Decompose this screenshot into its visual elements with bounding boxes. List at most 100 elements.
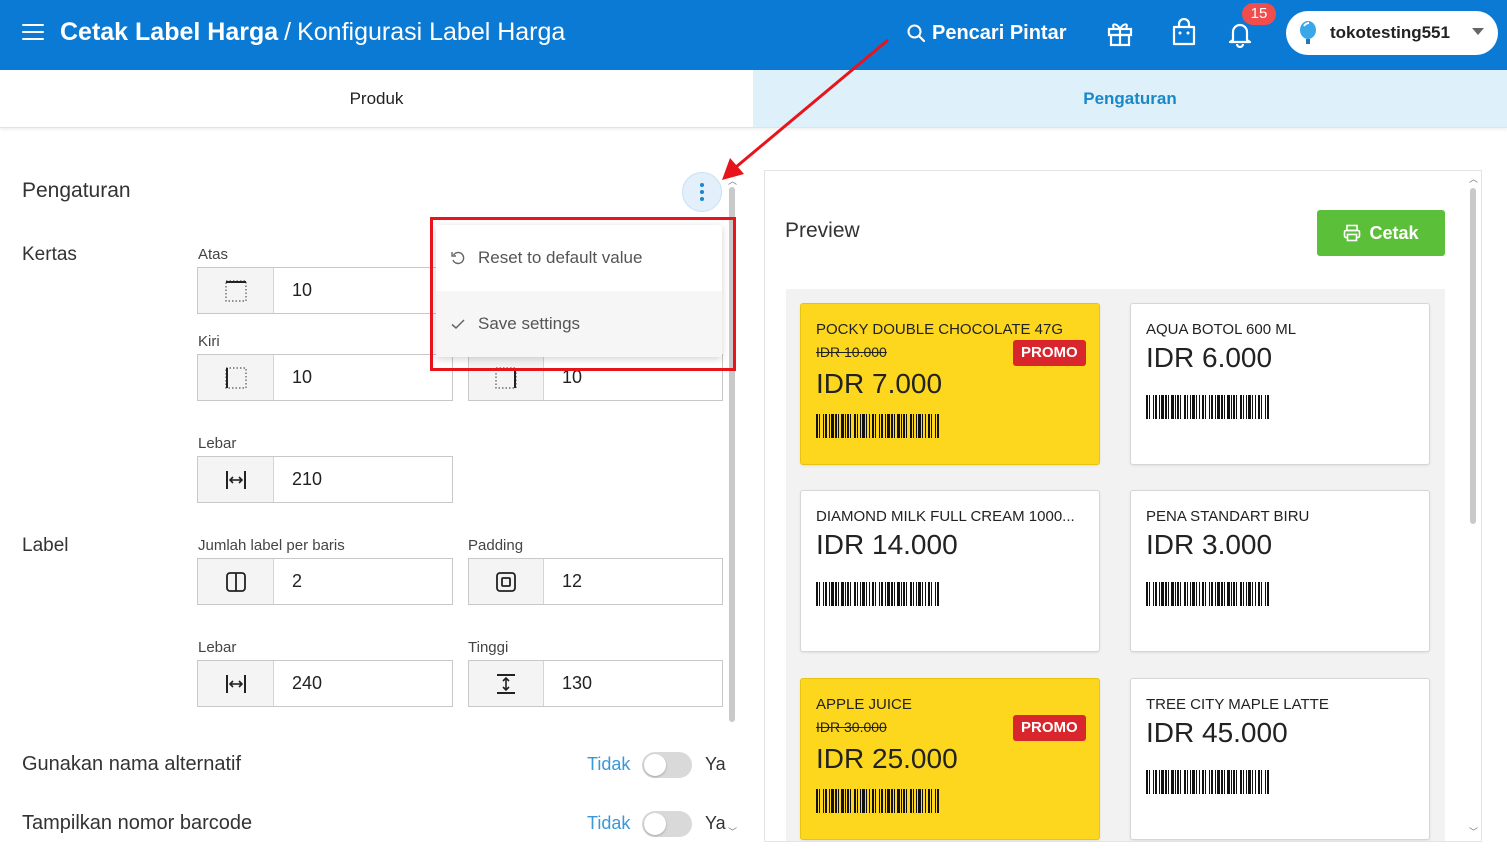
paper-width-field [197, 456, 453, 503]
tab-produk[interactable]: Produk [0, 70, 753, 127]
label-width-input[interactable] [274, 661, 452, 706]
barcode-image [816, 789, 939, 813]
product-name: DIAMOND MILK FULL CREAM 1000... [816, 508, 1075, 525]
smart-search-button[interactable]: Pencari Pintar [906, 18, 1067, 48]
price: IDR 3.000 [1146, 529, 1273, 560]
paper-width-input[interactable] [274, 457, 452, 502]
barcode-number-toggle[interactable] [642, 811, 692, 837]
store-name: tokotesting551 [1330, 23, 1450, 42]
label-height-input[interactable] [544, 661, 722, 706]
store-selector[interactable]: tokotesting551 [1286, 11, 1498, 55]
tab-bar: Produk Pengaturan [0, 70, 1507, 128]
scroll-down-arrow[interactable]: ﹀ [728, 825, 737, 838]
kebab-dot [700, 183, 704, 187]
toggle-off-label: Tidak [587, 813, 631, 833]
page-title: Cetak Label Harga / Konfigurasi Label Harg… [60, 16, 565, 48]
margin-top-label: Atas [198, 246, 229, 263]
alternative-name-toggle-row: Gunakan nama alternatif Tidak Ya [22, 751, 726, 781]
price: IDR 25.000 [816, 743, 958, 774]
barcode-image [1146, 395, 1269, 419]
kebab-dot [700, 197, 704, 201]
product-name: PENA STANDART BIRU [1146, 508, 1310, 525]
padding-label: Padding [468, 537, 524, 554]
settings-title: Pengaturan [22, 179, 131, 202]
price-label-card: DIAMOND MILK FULL CREAM 1000... IDR 14.0… [800, 490, 1100, 652]
kebab-dot [700, 190, 704, 194]
padding-input[interactable] [544, 559, 722, 604]
labels-per-row-field [197, 558, 453, 605]
promo-badge: PROMO [1013, 340, 1086, 366]
width-icon [198, 457, 274, 502]
preview-title: Preview [785, 219, 860, 242]
breadcrumb-main[interactable]: Cetak Label Harga [60, 18, 278, 46]
chevron-down-icon [1472, 28, 1484, 35]
barcode-number-label: Tampilkan nomor barcode [22, 812, 253, 834]
barcode-image [816, 414, 939, 438]
price-label-card: PENA STANDART BIRU IDR 3.000 [1130, 490, 1430, 652]
alternative-name-toggle[interactable] [642, 752, 692, 778]
notification-badge: 15 [1242, 3, 1276, 25]
barcode-image [1146, 770, 1269, 794]
label-width-label: Lebar [198, 639, 237, 656]
preview-scroll-up-arrow[interactable]: ︿ [1469, 172, 1478, 185]
barcode-number-toggle-row: Tampilkan nomor barcode Tidak Ya [22, 810, 726, 840]
price-label-card: AQUA BOTOL 600 ML IDR 6.000 [1130, 303, 1430, 465]
width-icon [198, 661, 274, 706]
margin-left-icon [198, 355, 274, 400]
margin-left-input[interactable] [274, 355, 452, 400]
toggle-on-label: Ya [705, 813, 726, 833]
margin-top-input[interactable] [274, 268, 452, 313]
product-name: TREE CITY MAPLE LATTE [1146, 696, 1329, 713]
price-label-card: APPLE JUICE IDR 30.000 PROMO IDR 25.000 [800, 678, 1100, 840]
labels-per-row-input[interactable] [274, 559, 452, 604]
toggle-on-label: Ya [705, 754, 726, 774]
barcode-image [816, 582, 939, 606]
print-button[interactable]: Cetak [1317, 210, 1445, 256]
paper-section-label: Kertas [22, 244, 77, 265]
product-name: APPLE JUICE [816, 696, 912, 713]
price: IDR 14.000 [816, 529, 958, 560]
margin-top-icon [198, 268, 274, 313]
annotation-highlight-box [430, 217, 736, 371]
height-icon [469, 661, 544, 706]
shopping-bag-icon[interactable] [1167, 16, 1201, 50]
more-options-button[interactable] [682, 172, 722, 212]
price: IDR 7.000 [816, 368, 943, 399]
printer-icon [1344, 224, 1361, 242]
margin-top-field [197, 267, 453, 314]
paper-width-label: Lebar [198, 435, 237, 452]
print-label: Cetak [1369, 222, 1419, 243]
search-icon [907, 24, 926, 43]
label-section-label: Label [22, 535, 69, 556]
balloon-icon [1300, 21, 1316, 44]
top-bar: Cetak Label Harga / Konfigurasi Label Harg… [0, 0, 1507, 70]
price: IDR 45.000 [1146, 717, 1288, 748]
label-preview-area: POCKY DOUBLE CHOCOLATE 47G IDR 10.000 PR… [786, 289, 1445, 841]
price-label-card: TREE CITY MAPLE LATTE IDR 45.000 [1130, 678, 1430, 840]
label-width-field [197, 660, 453, 707]
padding-icon [469, 559, 544, 604]
tab-pengaturan[interactable]: Pengaturan [753, 70, 1507, 127]
product-name: POCKY DOUBLE CHOCOLATE 47G [816, 321, 1064, 338]
preview-scrollbar[interactable] [1470, 188, 1476, 524]
gift-icon[interactable] [1103, 16, 1137, 50]
preview-scroll-down-arrow[interactable]: ﹀ [1469, 825, 1478, 838]
product-name: AQUA BOTOL 600 ML [1146, 321, 1297, 338]
toggle-off-label: Tidak [587, 754, 631, 774]
preview-panel: Preview Cetak POCKY DOUBLE CHOCOLATE 47G… [764, 170, 1482, 842]
breadcrumb-separator: / [284, 18, 292, 46]
smart-search-label: Pencari Pintar [932, 21, 1067, 44]
scroll-up-arrow[interactable]: ︿ [728, 174, 737, 187]
margin-left-field [197, 354, 453, 401]
padding-field [468, 558, 723, 605]
menu-icon[interactable] [22, 24, 44, 42]
labels-per-row-label: Jumlah label per baris [198, 537, 345, 554]
promo-badge: PROMO [1013, 715, 1086, 741]
label-height-field [468, 660, 723, 707]
breadcrumb-current: Konfigurasi Label Harga [297, 18, 566, 46]
old-price: IDR 10.000 [816, 344, 887, 360]
barcode-image [1146, 582, 1269, 606]
price: IDR 6.000 [1146, 342, 1273, 373]
label-height-label: Tinggi [468, 639, 509, 656]
columns-icon [198, 559, 274, 604]
